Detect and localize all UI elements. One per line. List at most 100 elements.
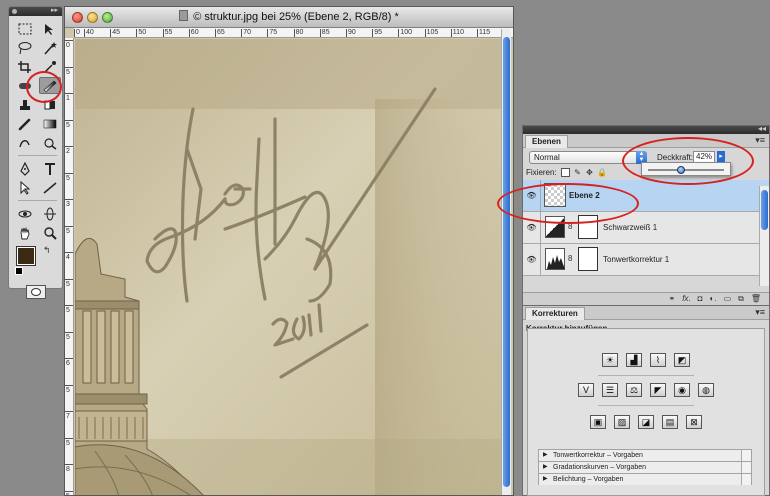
posterize-icon[interactable]: ▨ [614,415,630,429]
pen-tool[interactable] [14,160,36,177]
tools-divider [18,155,57,156]
visibility-eye-icon[interactable]: 👁 [523,244,541,275]
preset-item[interactable]: ▶ Gradationskurven – Vorgaben [538,461,752,473]
blend-mode-select[interactable]: Normal ▲ ▼ [529,151,647,164]
ruler-tick-label: 5 [65,331,73,341]
photo-filter-icon[interactable]: ◉ [674,383,690,397]
new-layer-icon[interactable]: ⧉ [738,293,744,305]
type-tool[interactable] [39,160,61,177]
minimize-window-button[interactable] [87,12,98,23]
close-window-button[interactable] [72,12,83,23]
lock-position-icon[interactable]: ✥ [585,168,594,177]
scrollbar-thumb[interactable] [761,190,768,230]
visibility-eye-icon[interactable]: 👁 [523,180,541,211]
ruler-tick-label: 115 [477,29,491,37]
stamp-tool[interactable] [14,96,36,113]
panel-menu-icon[interactable]: ▾≡ [755,307,765,318]
line-tool[interactable] [39,179,61,196]
link-icon[interactable]: 8 [568,254,572,263]
vertical-ruler[interactable]: 0 5 1 5 2 5 3 5 4 5 5 5 6 5 7 5 8 5 [65,38,74,495]
preset-scrollbar[interactable] [741,450,751,461]
fx-icon[interactable]: fx. [682,293,690,305]
lock-pixels-icon[interactable]: ✎ [573,168,582,177]
zoom-window-button[interactable] [102,12,113,23]
3d-orbit-tool[interactable] [39,205,61,222]
channel-mixer-icon[interactable]: ◍ [698,383,714,397]
lock-transparency-icon[interactable] [561,168,570,177]
invert-icon[interactable]: ▣ [590,415,606,429]
horizontal-ruler[interactable]: 0 40 45 50 55 60 65 70 75 80 85 90 95 100 105 110 115 [74,28,513,38]
curves-icon[interactable]: ⌇ [650,353,666,367]
close-icon[interactable] [12,9,17,14]
preset-item[interactable]: ▶ Tonwertkorrektur – Vorgaben [538,449,752,461]
tab-layers[interactable]: Ebenen [525,135,568,148]
black-white-icon[interactable]: ◤ [650,383,666,397]
threshold-icon[interactable]: ◪ [638,415,654,429]
disclosure-triangle-icon[interactable]: ▶ [543,462,548,473]
trash-icon[interactable]: 🗑 [751,293,761,305]
gradient-map-icon[interactable]: ▤ [662,415,678,429]
ruler-tick-label: 100 [398,29,413,37]
vibrance-icon[interactable]: V [578,383,594,397]
move-tool[interactable] [39,20,61,37]
collapse-icon[interactable]: ◂◂ [758,124,766,133]
history-brush-tool[interactable] [14,134,36,151]
gradient-fill-tool[interactable] [39,115,61,132]
ruler-tick-label: 70 [241,29,251,37]
preset-item[interactable]: ▶ Belichtung – Vorgaben [538,473,752,485]
quick-mask-button[interactable] [25,285,46,299]
selective-color-icon[interactable]: ⊠ [686,415,702,429]
panel-header[interactable]: ◂◂ [523,124,769,134]
image-canvas[interactable] [75,39,501,495]
brush-tool[interactable] [14,115,36,132]
document-scrollbar[interactable] [501,29,511,495]
lasso-tool[interactable] [14,39,36,56]
ruler-tick-label: 5 [65,490,73,495]
layer-row[interactable]: 👁 8 Schwarzweiß 1 [523,212,769,244]
layer-row[interactable]: 👁 Ebene 2 [523,180,769,212]
add-mask-icon[interactable]: ◘ [698,293,703,305]
default-colors-icon[interactable] [15,267,23,275]
tab-adjustments[interactable]: Korrekturen [525,307,585,320]
layers-scrollbar[interactable] [759,186,769,286]
levels-icon[interactable]: ▟ [626,353,642,367]
zoom-tool[interactable] [39,224,61,241]
3d-rotate-tool[interactable] [14,205,36,222]
gradient-tool[interactable] [39,77,61,94]
opacity-slider-track[interactable] [648,169,724,171]
layer-row[interactable]: 👁 8 Tonwertkorrektur 1 [523,244,769,276]
eyedropper-tool[interactable] [39,58,61,75]
layer-mask-thumbnail [578,215,598,239]
link-icon[interactable]: 8 [568,222,572,231]
color-balance-icon[interactable]: ⚖ [626,383,642,397]
hue-saturation-icon[interactable]: ☰ [602,383,618,397]
healing-brush-tool[interactable] [14,77,36,94]
swap-colors-icon[interactable]: ↰ [43,245,51,256]
exposure-icon[interactable]: ◩ [674,353,690,367]
brightness-contrast-icon[interactable]: ☀ [602,353,618,367]
hand-tool[interactable] [14,224,36,241]
disclosure-triangle-icon[interactable]: ▶ [543,450,548,461]
preset-scrollbar[interactable] [741,474,751,485]
marquee-tool[interactable] [14,20,36,37]
magic-wand-tool[interactable] [39,39,61,56]
document-titlebar[interactable]: © struktur.jpg bei 25% (Ebene 2, RGB/8) … [65,7,513,28]
path-selection-tool[interactable] [14,179,36,196]
foreground-color-swatch[interactable] [16,246,36,266]
collapse-icon[interactable]: ▸▸ [51,6,58,14]
levels-adjustment-icon [545,248,565,270]
panel-menu-icon[interactable]: ▾≡ [755,135,765,146]
blur-tool[interactable] [39,134,61,151]
tools-palette-header[interactable]: ▸▸ [9,7,62,16]
visibility-eye-icon[interactable]: 👁 [523,212,541,243]
scrollbar-thumb[interactable] [503,37,510,487]
disclosure-triangle-icon[interactable]: ▶ [543,474,548,485]
eraser-tool[interactable] [39,96,61,113]
new-group-icon[interactable]: ▭ [724,293,732,305]
opacity-slider-knob[interactable] [677,166,686,174]
crop-tool[interactable] [14,58,36,75]
link-layers-icon[interactable]: ⚭ [668,293,675,305]
preset-scrollbar[interactable] [741,462,751,473]
lock-all-icon[interactable]: 🔒 [597,168,607,177]
new-adjustment-icon[interactable]: ◐. [710,293,717,305]
